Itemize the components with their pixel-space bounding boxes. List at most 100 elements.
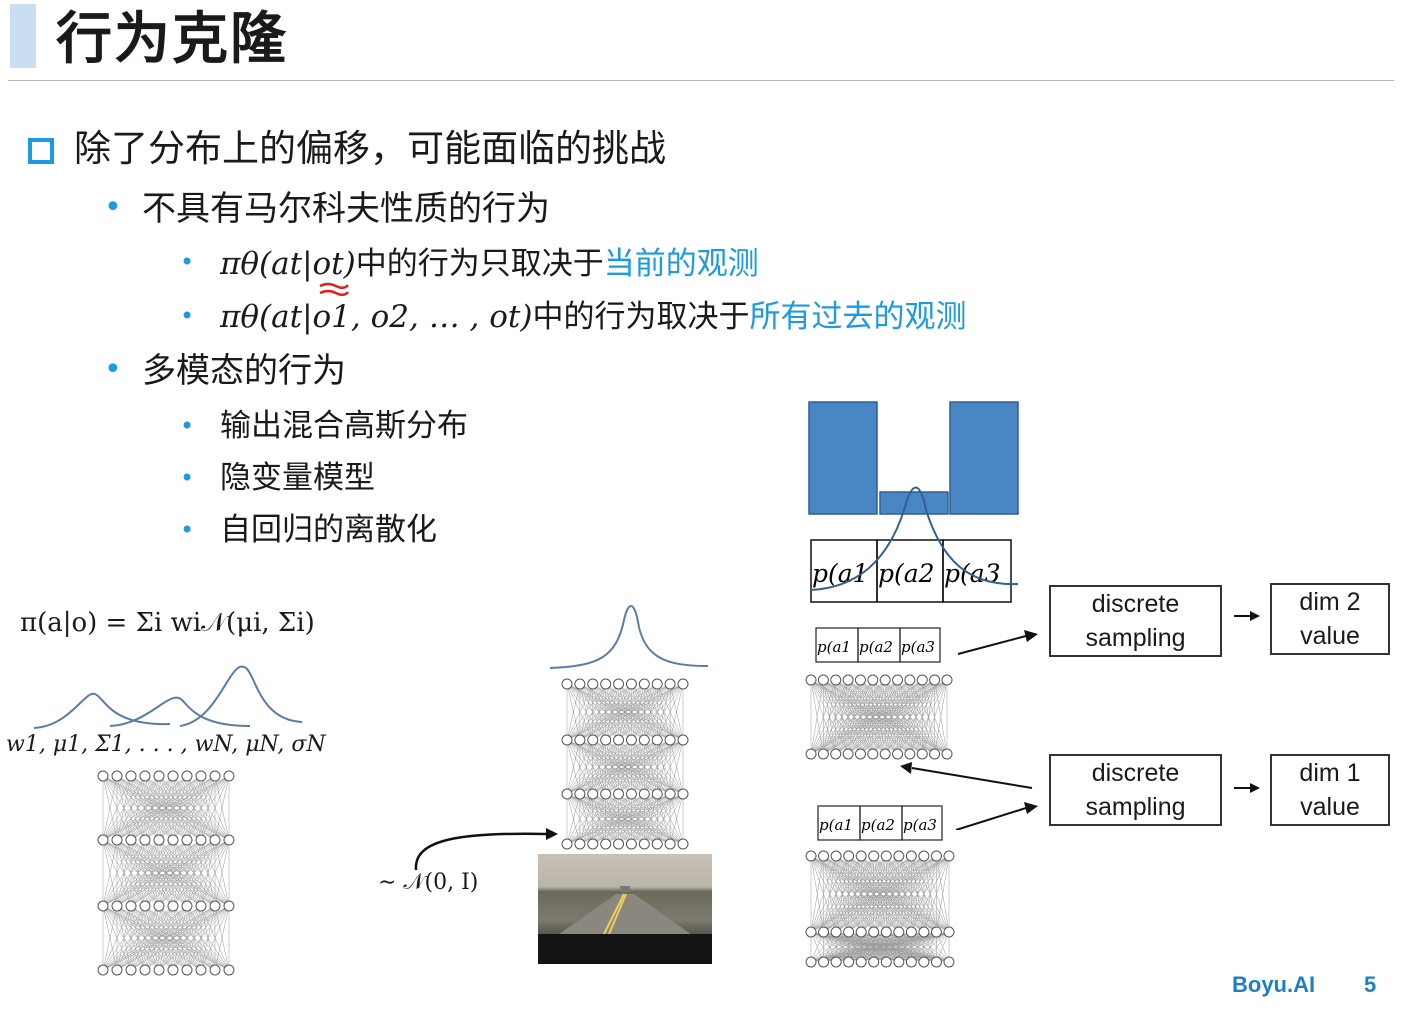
dot-bullet-icon: • (180, 464, 195, 492)
network-node (561, 734, 573, 746)
network-node (181, 900, 193, 912)
network-node (125, 770, 137, 782)
policy-formula-history: πθ(at|o1, o2, … , ot) (220, 299, 533, 335)
box-label-line1: dim 2 (1299, 588, 1361, 616)
network-node (587, 734, 599, 746)
network-node (561, 788, 573, 800)
arrow-right-icon (1234, 611, 1260, 621)
network-node (209, 964, 221, 976)
network-node (930, 850, 942, 862)
network-node (638, 838, 650, 850)
network-node (805, 748, 817, 760)
prob-label-dim1-a1: p(a1 (819, 816, 853, 834)
network-node (677, 734, 689, 746)
network-node (880, 850, 892, 862)
network-node (153, 834, 165, 846)
network-node (893, 956, 905, 968)
network-node (930, 926, 942, 938)
network-node (918, 956, 930, 968)
network-node (638, 788, 650, 800)
arrow-right-icon (1234, 783, 1260, 793)
title-accent-bar (10, 4, 36, 68)
network-node (855, 850, 867, 862)
neural-network-dim1 (805, 850, 955, 968)
sub-bullet-markov: 不具有马尔科夫性质的行为 (142, 189, 550, 229)
network-node (587, 838, 599, 850)
network-node (830, 926, 842, 938)
box-label-line2: sampling (1085, 793, 1186, 821)
dot-bullet-icon: • (104, 190, 122, 225)
network-node (574, 788, 586, 800)
dot-bullet-icon: • (180, 302, 195, 330)
network-node (943, 926, 955, 938)
box-label-line1: dim 1 (1299, 759, 1361, 787)
dim2-value-box: dim 2 value (1270, 583, 1390, 655)
network-node (613, 838, 625, 850)
network-node (805, 674, 817, 686)
network-node (139, 834, 151, 846)
network-node (613, 734, 625, 746)
network-node (867, 674, 879, 686)
network-node (905, 850, 917, 862)
network-node (905, 926, 917, 938)
discretization-histogram: p(a1 p(a2 p(a3 (808, 401, 1019, 603)
prob-label-dim2-a1: p(a1 (817, 638, 851, 656)
multimodal-item-latent: 隐变量模型 (220, 460, 375, 496)
network-node (843, 956, 855, 968)
network-node (943, 850, 955, 862)
histogram-bar-a3 (949, 401, 1019, 515)
markov-item-current-text: 中的行为只取决于 (355, 246, 604, 282)
markov-item-current: πθ(at|ot)中的行为只取决于当前的观测 (220, 244, 759, 284)
prob-label-dim2-a2: p(a2 (859, 638, 893, 656)
network-node (625, 678, 637, 690)
network-node (223, 834, 235, 846)
network-node (223, 900, 235, 912)
network-node (111, 900, 123, 912)
network-node (818, 850, 830, 862)
box-label-line1: discrete (1091, 759, 1180, 787)
prob-label-a3: p(a3 (944, 559, 1001, 588)
network-node (905, 956, 917, 968)
network-node (97, 964, 109, 976)
network-node (181, 834, 193, 846)
network-node (181, 964, 193, 976)
network-node (651, 734, 663, 746)
network-node (868, 956, 880, 968)
driving-camera-image (538, 854, 712, 964)
network-node (167, 770, 179, 782)
network-node (664, 838, 676, 850)
network-node (139, 770, 151, 782)
network-node (600, 734, 612, 746)
network-node (600, 678, 612, 690)
network-node (843, 926, 855, 938)
network-node (223, 964, 235, 976)
network-node (153, 900, 165, 912)
output-gaussian-curve (549, 605, 709, 669)
network-node (879, 674, 891, 686)
network-node (805, 850, 817, 862)
gmm-formula: π(a|o) = Σi wi𝒩(μi, Σi) (20, 608, 315, 638)
box-label-line2: sampling (1085, 624, 1186, 652)
network-node (930, 956, 942, 968)
network-node (943, 956, 955, 968)
network-node (651, 678, 663, 690)
dim1-value-box: dim 1 value (1270, 754, 1390, 826)
network-node (97, 900, 109, 912)
network-node (195, 900, 207, 912)
network-node (830, 956, 842, 968)
network-node (830, 850, 842, 862)
network-node (195, 770, 207, 782)
network-node (805, 926, 817, 938)
network-node (167, 834, 179, 846)
discrete-sampling-box-top: discrete sampling (1049, 585, 1222, 657)
box-label-line1: discrete (1091, 590, 1180, 618)
network-node (893, 850, 905, 862)
policy-formula-current: πθ(at|ot) (220, 246, 356, 282)
network-node (625, 788, 637, 800)
page-number: 5 (1364, 972, 1377, 997)
network-node (574, 678, 586, 690)
square-bullet-icon (28, 138, 54, 164)
network-node (805, 956, 817, 968)
neural-network-gmm (97, 770, 235, 976)
network-node (818, 926, 830, 938)
